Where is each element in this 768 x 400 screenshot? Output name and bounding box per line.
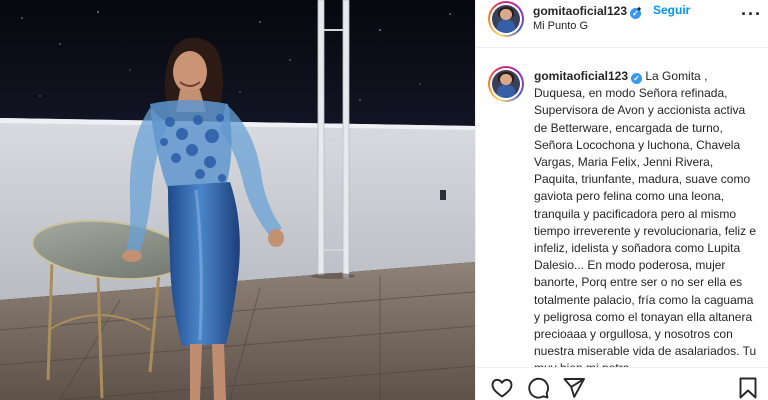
bookmark-icon[interactable] <box>736 376 760 400</box>
follow-button[interactable]: Seguir <box>653 3 690 17</box>
post-image <box>0 0 475 400</box>
post-photo[interactable] <box>0 0 475 400</box>
more-options-icon[interactable]: ··· <box>741 4 762 25</box>
caption-username[interactable]: gomitaoficial123 <box>534 69 628 83</box>
comment-bubble-icon[interactable] <box>526 376 550 400</box>
comments-area[interactable]: gomitaoficial123 ✓ La Gomita , Duquesa, e… <box>476 49 768 367</box>
post-header: gomitaoficial123 ✓ • Seguir Mi Punto G ··… <box>476 0 768 48</box>
location-link[interactable]: Mi Punto G <box>533 20 588 32</box>
verified-badge-icon: ✓ <box>631 73 643 84</box>
paper-plane-icon[interactable] <box>562 376 586 400</box>
username-text: gomitaoficial123 <box>533 4 628 18</box>
action-bar <box>476 367 768 400</box>
username-link[interactable]: gomitaoficial123 ✓ <box>533 4 642 19</box>
caption-avatar[interactable] <box>488 66 524 102</box>
profile-avatar[interactable] <box>488 1 524 37</box>
post-caption: gomitaoficial123 ✓ La Gomita , Duquesa, e… <box>534 68 760 367</box>
post-sidebar: gomitaoficial123 ✓ • Seguir Mi Punto G ··… <box>475 0 768 400</box>
header-separator: • <box>637 2 642 16</box>
heart-icon[interactable] <box>490 376 514 400</box>
caption-text: La Gomita , Duquesa, en modo Señora refi… <box>534 69 757 367</box>
